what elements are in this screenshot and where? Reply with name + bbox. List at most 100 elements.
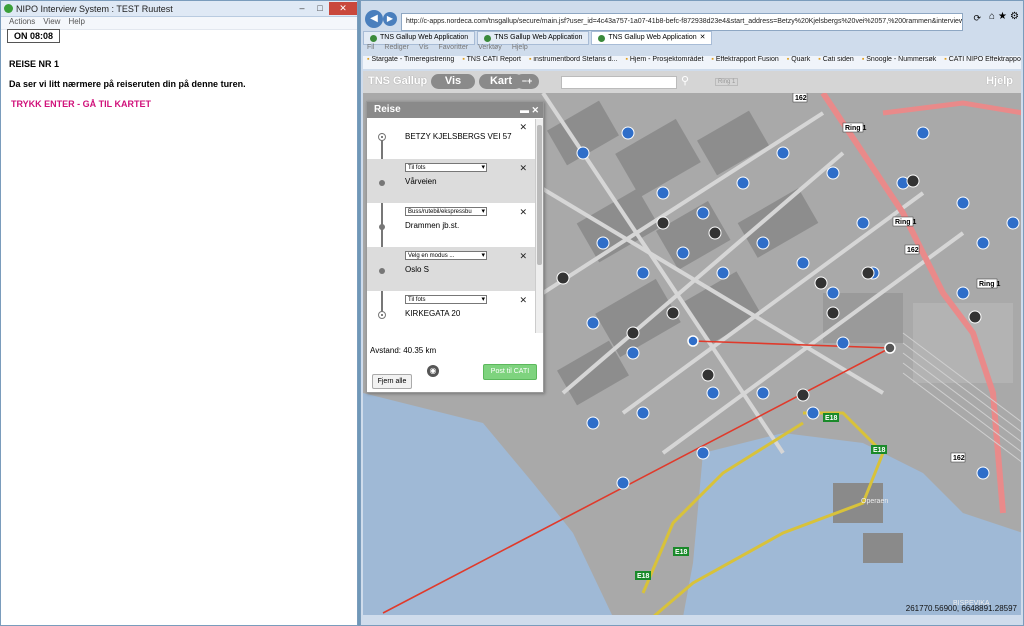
fav-quark[interactable]: Quark [787,56,810,69]
search-input[interactable] [561,76,677,89]
favorites-star-icon[interactable]: ★ [998,11,1007,22]
gear-icon[interactable]: ⚙ [1010,11,1019,22]
browser-menubar: Fil Rediger Vis Favoritter Verktøy Hjelp [367,44,528,51]
tab-label: TNS Gallup Web Application [494,34,583,41]
help-link[interactable]: Hjelp [986,75,1013,87]
nipo-window: NIPO Interview System : TEST Ruutest – □… [0,0,358,626]
stop-list: BETZY KJELSBERGS VEI 57 ✕ Til fots Vårve… [367,119,535,333]
search-icon[interactable]: ⚲ [681,74,689,87]
fav-cati-siden[interactable]: Cati siden [818,56,854,69]
tab-favicon [370,34,377,42]
mode-select[interactable]: Til fots [405,295,487,304]
menu-favoritter[interactable]: Favoritter [439,44,469,51]
minimize-icon[interactable]: – [293,2,311,15]
remove-stop-icon[interactable]: ✕ [519,251,527,262]
vis-button[interactable]: Vis [431,74,475,89]
stop-marker-icon [379,268,385,274]
post-to-cati-button[interactable]: Post til CATI [483,364,537,380]
tab-close-icon[interactable]: ✕ [700,32,706,44]
label-operaen: Operaen [861,498,888,505]
stop-item: BETZY KJELSBERGS VEI 57 ✕ [367,119,535,159]
fav-tns-cati-report[interactable]: TNS CATI Report [462,56,521,69]
caption-buttons: – □ ✕ [293,1,357,16]
forward-icon[interactable]: ▶ [383,12,397,26]
stop-item: Til fots Vårveien ✕ [367,159,535,203]
route-node-kirkegata[interactable] [687,335,699,347]
menu-rediger[interactable]: Rediger [384,44,409,51]
tab-3[interactable]: TNS Gallup Web Application ✕ [591,31,713,45]
fav-stargate[interactable]: Stargate - Timeregistrering [367,56,454,69]
fav-effektrapport-fusion[interactable]: Effektrapport Fusion [711,56,779,69]
reise-panel: Reise ▬ ✕ BETZY KJELSBERGS VEI 57 ✕ Til … [366,101,544,393]
stop-item: Til fots KIRKEGATA 20 ✕ [367,291,535,333]
tab-2[interactable]: TNS Gallup Web Application [477,31,590,45]
question-heading: REISE NR 1 [9,59,60,69]
stop-name: Oslo S [405,265,430,274]
tab-favicon [598,34,606,42]
brand-logo: TNS Gallup [368,75,428,87]
mode-select[interactable]: Til fots [405,163,487,172]
distance-text: Avstand: 40.35 km [370,346,437,355]
question-text: Da ser vi litt nærmere på reiseruten din… [9,79,246,89]
window-title: NIPO Interview System : TEST Ruutest [16,3,173,14]
back-icon[interactable]: ◀ [365,10,383,28]
fav-cati-nipo[interactable]: CATI NIPO Effektrapport [944,56,1021,69]
nipo-titlebar: NIPO Interview System : TEST Ruutest – □… [1,1,357,17]
water-area-harbor [683,433,1021,615]
coordinate-readout: 261770.56900, 6648891.28597 [905,604,1017,613]
menu-verktoy[interactable]: Verktøy [478,44,502,51]
menu-hjelp[interactable]: Hjelp [512,44,528,51]
panel-title: Reise [374,104,401,115]
label-162-3: 162 [953,455,965,462]
menu-fil[interactable]: Fil [367,44,374,51]
menu-actions[interactable]: Actions [9,17,35,29]
fav-snoogle[interactable]: Snoogle - Nummersøk [862,56,936,69]
stop-name: KIRKEGATA 20 [405,309,461,318]
label-e18-4: E18 [637,573,650,580]
panel-scrollbar[interactable] [535,119,543,333]
label-162-2: 162 [907,247,919,254]
home-icon[interactable]: ⌂ [989,11,995,22]
remove-stop-icon[interactable]: ✕ [519,122,527,133]
stop-name: Drammen jb.st. [405,221,460,230]
mode-select[interactable]: Velg en modus ... [405,251,487,260]
label-ring1-2: Ring 1 [895,219,916,226]
tab-1[interactable]: TNS Gallup Web Application [363,31,476,45]
route-node-oslo-s[interactable] [884,342,896,354]
label-e18: E18 [825,415,838,422]
label-e18-3: E18 [675,549,688,556]
app-icon [4,4,13,13]
fav-instrumentbord[interactable]: instrumentbord Stefans d... [529,56,617,69]
refresh-icon[interactable]: ⟳ [973,13,981,24]
address-bar[interactable]: http://c-apps.nordeca.com/tnsgallup/secu… [401,13,963,31]
label-ring1-3: Ring 1 [979,281,1000,288]
ring-road-branch [882,100,1021,116]
scroll-thumb[interactable] [537,125,542,265]
tab-label: TNS Gallup Web Application [608,34,697,41]
instruction-text: TRYKK ENTER - GÅ TIL KARTET [11,99,151,109]
menu-help[interactable]: Help [68,17,84,29]
globe-icon[interactable]: ◉ [427,365,439,377]
remove-stop-icon[interactable]: ✕ [519,163,527,174]
label-ring1: Ring 1 [845,125,866,132]
remove-all-button[interactable]: Fjern alle [372,374,412,389]
close-icon[interactable]: ✕ [329,1,357,15]
fav-prosjektomradet[interactable]: Hjem - Prosjektområdet [625,56,704,69]
stop-marker-icon [379,224,385,230]
water-area-west [363,393,613,615]
tab-label: TNS Gallup Web Application [380,34,469,41]
menu-vis[interactable]: Vis [419,44,429,51]
label-162: 162 [795,95,807,102]
app-toolbar: TNS Gallup Vis Kart −+ ⚲ Ring 1 Hjelp [363,71,1021,93]
menu-view[interactable]: View [43,17,60,29]
tab-bar: TNS Gallup Web Application TNS Gallup We… [363,31,1021,45]
remove-stop-icon[interactable]: ✕ [519,207,527,218]
panel-controls[interactable]: ▬ ✕ [520,102,539,118]
stop-name: Vårveien [405,177,437,186]
mode-select[interactable]: Buss/rutebil/ekspressbu [405,207,487,216]
stop-item: Buss/rutebil/ekspressbu Drammen jb.st. ✕ [367,203,535,247]
remove-stop-icon[interactable]: ✕ [519,295,527,306]
maximize-icon[interactable]: □ [311,2,329,15]
zoom-buttons[interactable]: −+ [515,74,539,89]
end-marker-icon [378,311,386,319]
